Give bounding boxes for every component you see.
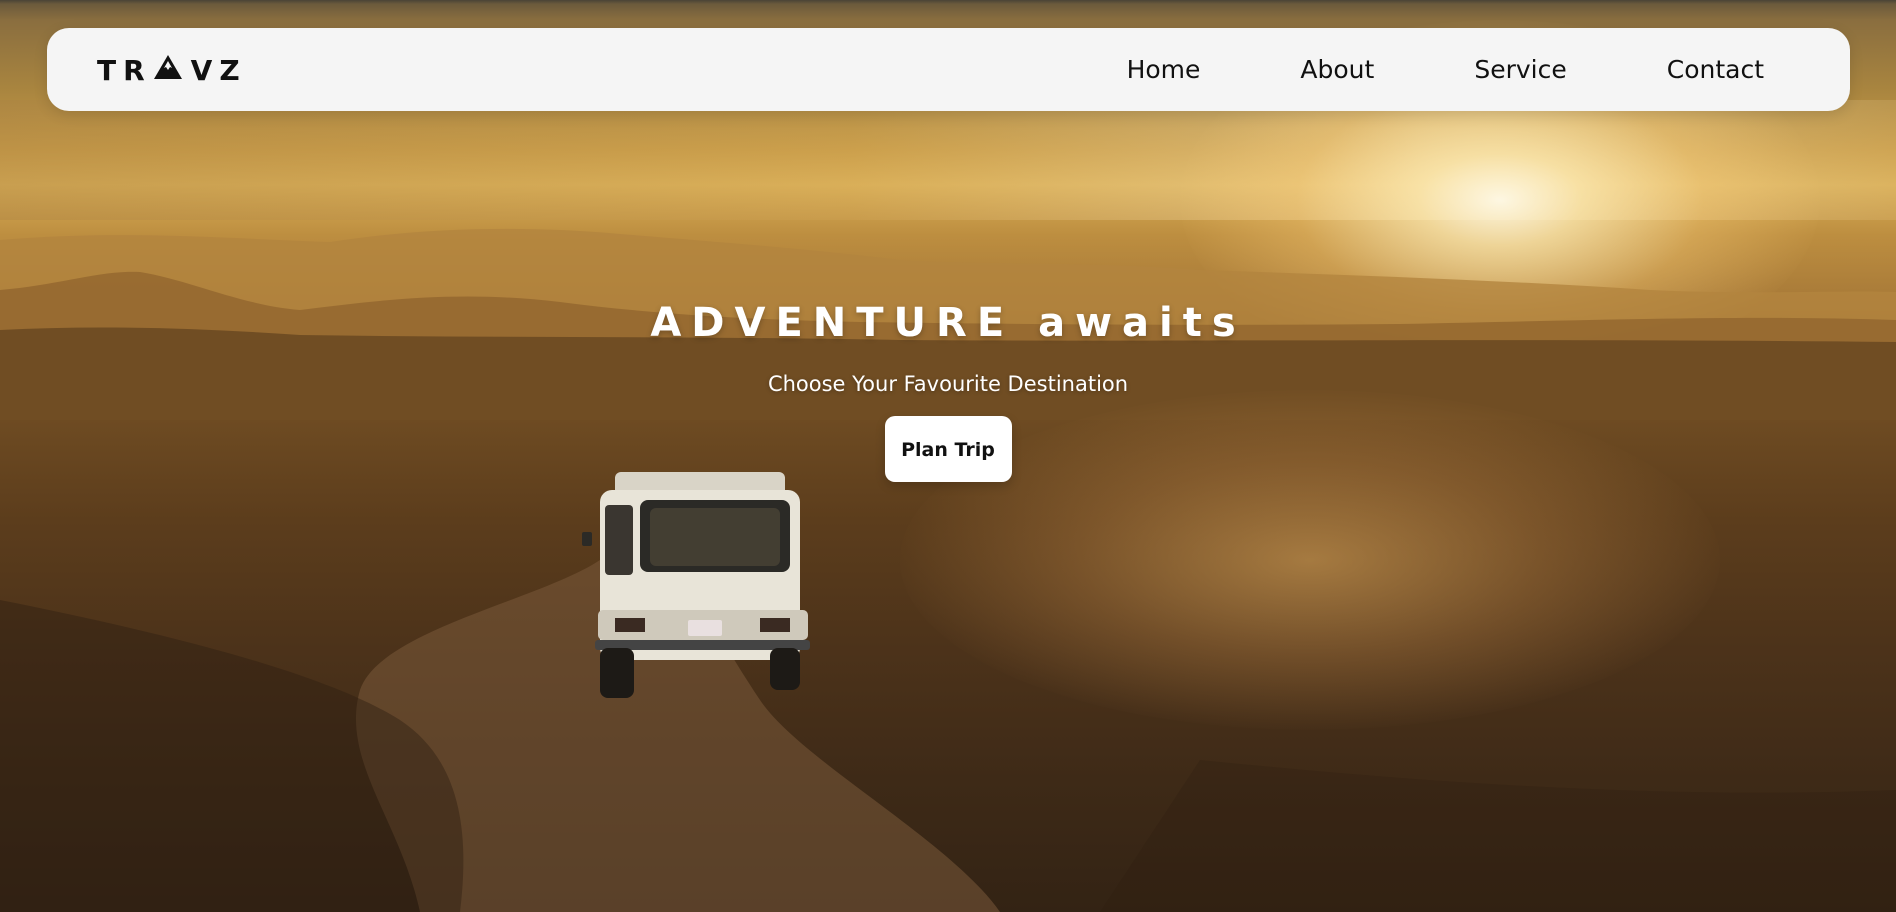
van-image <box>582 472 810 698</box>
hero-content: ADVENTURE awaits Choose Your Favourite D… <box>0 300 1896 482</box>
dirt-road-image <box>0 560 1896 912</box>
nav-link-service[interactable]: Service <box>1474 55 1566 84</box>
hero-title: ADVENTURE awaits <box>650 300 1246 346</box>
hero-subtitle: Choose Your Favourite Destination <box>767 372 1129 396</box>
plan-trip-button[interactable]: Plan Trip <box>884 416 1012 482</box>
nav-link-home[interactable]: Home <box>1127 55 1201 84</box>
mountain-triangle-icon <box>153 54 183 87</box>
logo-text-left: TR <box>97 53 152 87</box>
navbar: TR VZ Home About Service Contact <box>47 28 1850 111</box>
nav-link-contact[interactable]: Contact <box>1667 55 1764 84</box>
nav-link-about[interactable]: About <box>1300 55 1374 84</box>
logo[interactable]: TR VZ <box>97 50 247 90</box>
logo-text-right: VZ <box>190 53 247 87</box>
nav-links: Home About Service Contact <box>1127 28 1764 111</box>
hero-section: TR VZ Home About Service Contact ADVENTU… <box>0 0 1896 912</box>
